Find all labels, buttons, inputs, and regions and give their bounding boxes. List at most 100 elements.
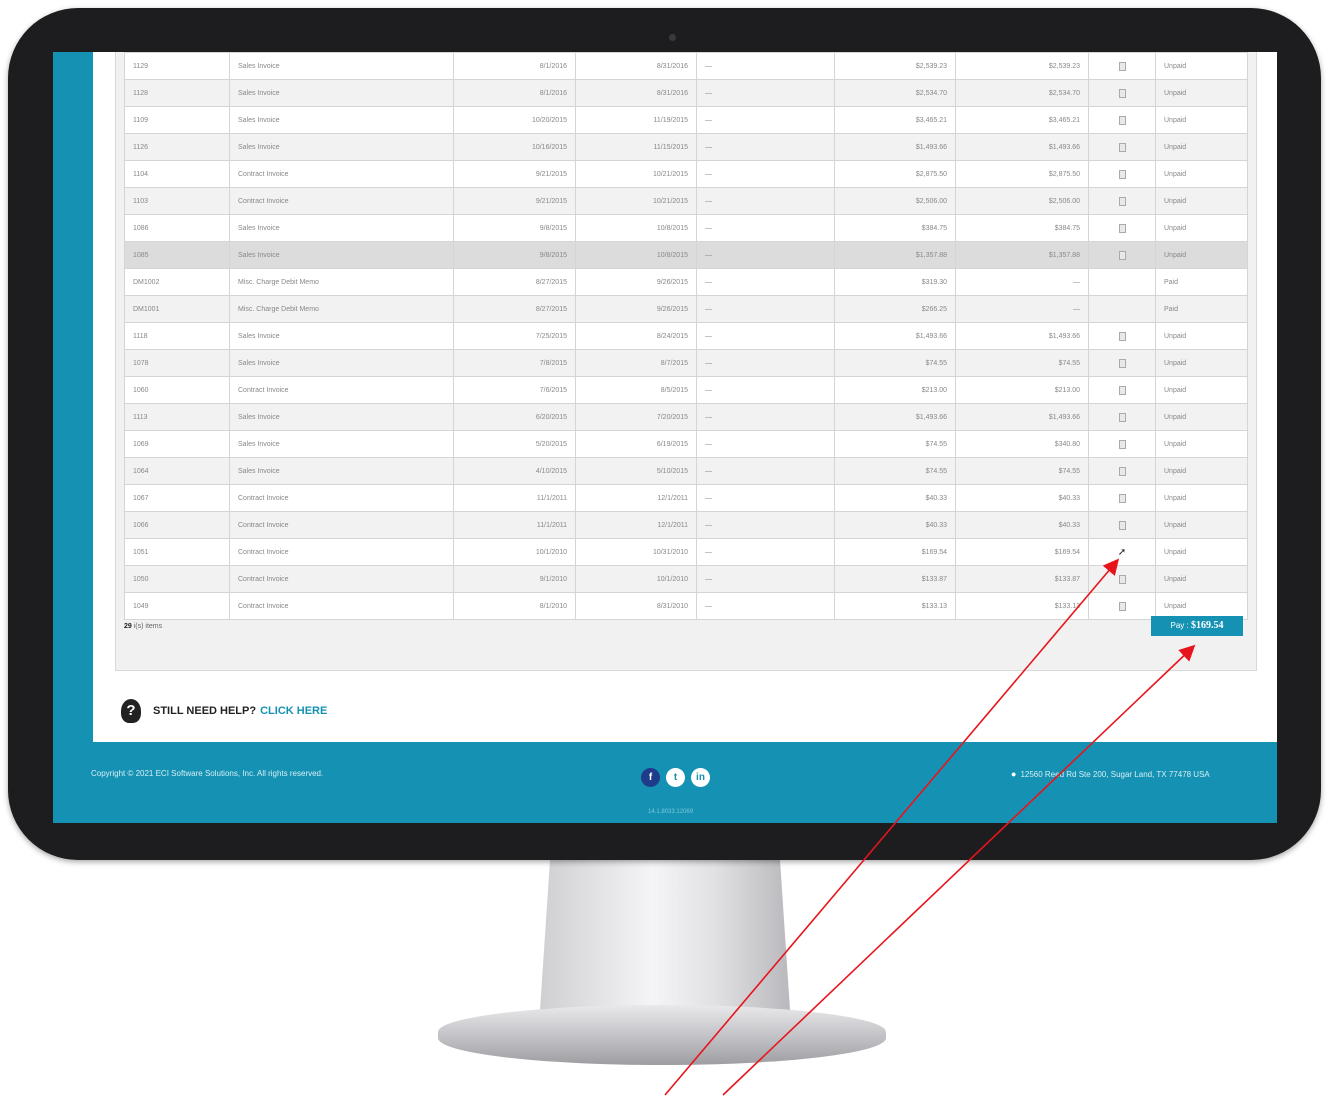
document-icon[interactable]: [1118, 196, 1126, 206]
invoice-date: 9/8/2015: [453, 241, 576, 269]
invoice-row[interactable]: 1129 Sales Invoice 8/1/2016 8/31/2016— $2,53…: [124, 52, 1248, 80]
document-icon[interactable]: [1118, 466, 1126, 476]
invoice-row[interactable]: 1078 Sales Invoice 7/8/2015 8/7/2015— $74.55…: [124, 349, 1248, 377]
document-icon[interactable]: [1118, 412, 1126, 422]
invoice-doc-cell: [1088, 376, 1156, 404]
invoice-balance: $40.33: [955, 484, 1089, 512]
invoice-status: Unpaid: [1155, 349, 1248, 377]
invoice-doc-cell: [1088, 295, 1156, 323]
invoice-num: 1050: [124, 565, 230, 593]
invoice-row[interactable]: 1113 Sales Invoice 6/20/2015 7/20/2015— $1,4…: [124, 403, 1248, 431]
invoice-doc-cell: [1088, 349, 1156, 377]
mouse-cursor-icon: ➚: [1117, 546, 1127, 558]
invoice-row[interactable]: DM1002 Misc. Charge Debit Memo 8/27/2015 9/…: [124, 268, 1248, 296]
footer-copyright: Copyright © 2021 ECI Software Solutions,…: [91, 769, 324, 778]
invoice-balance: $1,357.88: [955, 241, 1089, 269]
document-icon[interactable]: [1118, 142, 1126, 152]
invoice-doc-cell: [1088, 511, 1156, 539]
document-icon[interactable]: [1118, 169, 1126, 179]
invoice-row[interactable]: 1118 Sales Invoice 7/25/2015 8/24/2015— $1,4…: [124, 322, 1248, 350]
invoice-row[interactable]: 1049 Contract Invoice 8/1/2010 8/31/2010— $1…: [124, 592, 1248, 620]
invoice-num: 1129: [124, 52, 230, 80]
invoice-amount: $2,875.50: [834, 160, 956, 188]
invoice-num: 1104: [124, 160, 230, 188]
invoice-row[interactable]: 1109 Sales Invoice 10/20/2015 11/19/2015— $3…: [124, 106, 1248, 134]
invoice-row[interactable]: 1103 Contract Invoice 9/21/2015 10/21/2015—…: [124, 187, 1248, 215]
document-icon[interactable]: [1118, 88, 1126, 98]
invoice-type: Sales Invoice: [229, 430, 454, 458]
invoice-num: 1078: [124, 349, 230, 377]
document-icon[interactable]: [1118, 601, 1126, 611]
document-icon[interactable]: [1118, 520, 1126, 530]
facebook-icon[interactable]: f: [641, 768, 660, 787]
linkedin-icon[interactable]: in: [691, 768, 710, 787]
invoice-row[interactable]: 1126 Sales Invoice 10/16/2015 11/15/2015— $1…: [124, 133, 1248, 161]
twitter-icon[interactable]: t: [666, 768, 685, 787]
invoice-due: 10/1/2010: [575, 565, 697, 593]
document-icon[interactable]: [1118, 115, 1126, 125]
invoice-doc-cell: [1088, 79, 1156, 107]
invoice-num: DM1001: [124, 295, 230, 323]
invoice-num: 1128: [124, 79, 230, 107]
invoice-date: 9/8/2015: [453, 214, 576, 242]
invoice-balance: $3,465.21: [955, 106, 1089, 134]
invoice-type: Sales Invoice: [229, 214, 454, 242]
invoice-num: 1051: [124, 538, 230, 566]
document-icon[interactable]: [1118, 358, 1126, 368]
invoice-row[interactable]: 1069 Sales Invoice 5/20/2015 6/19/2015— $74.…: [124, 430, 1248, 458]
invoice-date: 4/10/2015: [453, 457, 576, 485]
item-count-number: 29: [124, 623, 132, 630]
invoice-row[interactable]: 1060 Contract Invoice 7/6/2015 8/5/2015— $21…: [124, 376, 1248, 404]
invoice-row[interactable]: 1050 Contract Invoice 9/1/2010 10/1/2010— $1…: [124, 565, 1248, 593]
invoice-ref: —: [696, 133, 835, 161]
invoice-type: Sales Invoice: [229, 133, 454, 161]
pay-button[interactable]: Pay : $169.54: [1151, 616, 1243, 636]
invoice-row[interactable]: 1128 Sales Invoice 8/1/2016 8/31/2016— $2,53…: [124, 79, 1248, 107]
invoice-amount: $133.13: [834, 592, 956, 620]
document-icon[interactable]: [1118, 385, 1126, 395]
invoice-row[interactable]: 1064 Sales Invoice 4/10/2015 5/10/2015— $74.…: [124, 457, 1248, 485]
invoice-balance: $40.33: [955, 511, 1089, 539]
invoice-ref: —: [696, 403, 835, 431]
invoice-row[interactable]: 1086 Sales Invoice 9/8/2015 10/8/2015— $384.…: [124, 214, 1248, 242]
document-icon[interactable]: [1118, 61, 1126, 71]
invoice-type: Sales Invoice: [229, 241, 454, 269]
invoice-status: Unpaid: [1155, 376, 1248, 404]
invoice-amount: $1,493.66: [834, 403, 956, 431]
invoice-date: 10/20/2015: [453, 106, 576, 134]
document-icon[interactable]: [1118, 223, 1126, 233]
invoice-ref: —: [696, 295, 835, 323]
invoice-balance: $1,493.66: [955, 133, 1089, 161]
invoice-status: Unpaid: [1155, 52, 1248, 80]
help-link[interactable]: CLICK HERE: [260, 705, 327, 717]
document-icon[interactable]: [1118, 493, 1126, 503]
invoice-date: 9/1/2010: [453, 565, 576, 593]
invoice-date: 7/8/2015: [453, 349, 576, 377]
document-icon[interactable]: [1118, 331, 1126, 341]
invoice-balance: $74.55: [955, 349, 1089, 377]
invoice-amount: $133.87: [834, 565, 956, 593]
pay-button-label: Pay :: [1170, 621, 1191, 630]
footer-address: ● 12560 Reed Rd Ste 200, Sugar Land, TX 7…: [1011, 769, 1210, 779]
invoice-row[interactable]: 1066 Contract Invoice 11/1/2011 12/1/2011— $…: [124, 511, 1248, 539]
invoice-row[interactable]: 1067 Contract Invoice 11/1/2011 12/1/2011— $…: [124, 484, 1248, 512]
invoice-row[interactable]: 1085 Sales Invoice 9/8/2015 10/8/2015— $1,35…: [124, 241, 1248, 269]
invoice-status: Unpaid: [1155, 403, 1248, 431]
invoice-ref: —: [696, 592, 835, 620]
invoice-num: 1085: [124, 241, 230, 269]
invoice-doc-cell: [1088, 241, 1156, 269]
document-icon[interactable]: [1118, 439, 1126, 449]
invoice-balance: $340.80: [955, 430, 1089, 458]
invoice-type: Sales Invoice: [229, 106, 454, 134]
invoice-row[interactable]: 1104 Contract Invoice 9/21/2015 10/21/2015—…: [124, 160, 1248, 188]
invoice-ref: —: [696, 241, 835, 269]
invoice-table: 1129 Sales Invoice 8/1/2016 8/31/2016— $2,53…: [124, 52, 1248, 620]
map-pin-icon: ●: [1011, 769, 1017, 779]
document-icon[interactable]: [1118, 574, 1126, 584]
invoice-balance: —: [955, 268, 1089, 296]
invoice-date: 11/1/2011: [453, 511, 576, 539]
invoice-row[interactable]: DM1001 Misc. Charge Debit Memo 8/27/2015 9/…: [124, 295, 1248, 323]
document-icon[interactable]: [1118, 250, 1126, 260]
invoice-row[interactable]: 1051 Contract Invoice 10/1/2010 10/31/2010—…: [124, 538, 1248, 566]
invoice-due: 10/21/2015: [575, 187, 697, 215]
